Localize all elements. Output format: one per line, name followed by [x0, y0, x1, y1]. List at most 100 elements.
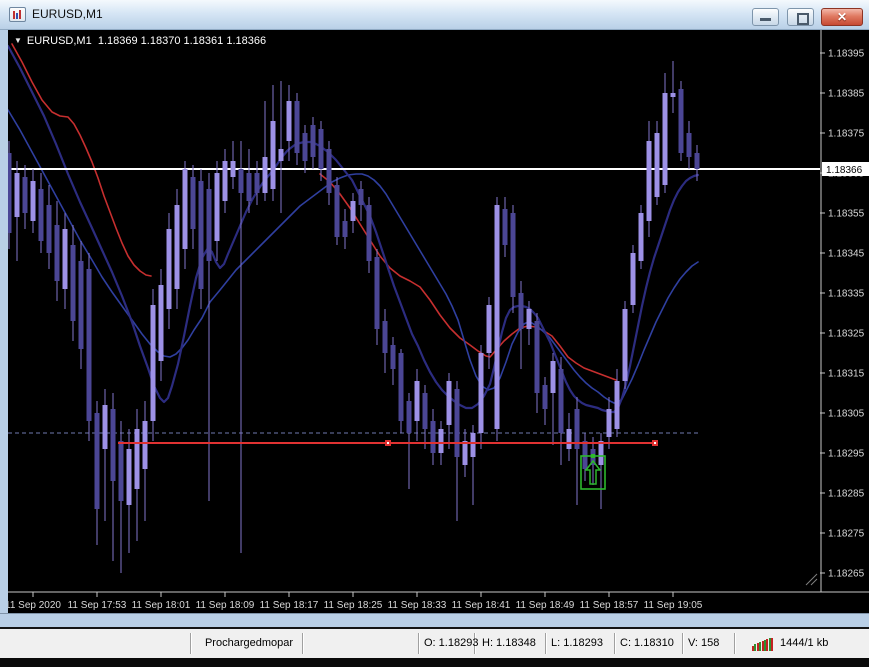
time-label[interactable]: 11 Sep 19:05 [644, 600, 703, 611]
chart-window-icon [9, 7, 26, 22]
candle [582, 441, 588, 469]
chart-area[interactable]: 1.183951.183851.183751.183651.183551.183… [8, 30, 869, 613]
price-label[interactable]: 1.18395 [828, 49, 865, 60]
candle [366, 205, 372, 261]
candle [478, 353, 484, 433]
ohlc-info-line: ▼ EURUSD,M1 1.18369 1.18370 1.18361 1.183… [14, 35, 266, 47]
candle [334, 185, 340, 237]
price-label[interactable]: 1.18355 [828, 209, 865, 220]
close-button[interactable]: ✕ [821, 8, 863, 26]
price-label[interactable]: 1.18315 [828, 369, 865, 380]
candle [206, 189, 212, 261]
candle [550, 361, 556, 393]
time-label[interactable]: 11 Sep 18:49 [516, 600, 575, 611]
status-divider [190, 633, 192, 654]
price-label[interactable]: 1.18385 [828, 89, 865, 100]
candle [606, 409, 612, 437]
price-label[interactable]: 1.18305 [828, 409, 865, 420]
price-label[interactable]: 1.18275 [828, 529, 865, 540]
candle [510, 213, 516, 297]
candle [70, 245, 76, 321]
time-label[interactable]: 11 Sep 18:09 [196, 600, 255, 611]
candle [566, 429, 572, 449]
candle [406, 401, 412, 433]
time-label[interactable]: 11 Sep 18:17 [260, 600, 319, 611]
candle [694, 153, 700, 169]
price-label[interactable]: 1.18375 [828, 129, 865, 140]
time-label[interactable]: 11 Sep 18:57 [580, 600, 639, 611]
status-divider [418, 633, 420, 654]
candle [646, 141, 652, 221]
candle [118, 441, 124, 501]
candle [414, 381, 420, 421]
window-controls: ✕ [749, 8, 863, 26]
title-bar[interactable]: EURUSD,M1 ✕ [0, 0, 869, 30]
candle [310, 125, 316, 157]
symbol-dropdown-icon[interactable]: ▼ [14, 36, 22, 45]
time-label[interactable]: 11 Sep 17:53 [68, 600, 127, 611]
trendline-marker-center [387, 442, 389, 444]
candle [494, 205, 500, 429]
candle [630, 253, 636, 305]
candle [470, 433, 476, 457]
window-title: EURUSD,M1 [32, 7, 103, 21]
candle [214, 173, 220, 241]
status-open: O: 1.18293 [424, 637, 479, 649]
status-low: L: 1.18293 [551, 637, 603, 649]
info-close: 1.18366 [226, 35, 267, 47]
candle [558, 369, 564, 433]
status-bar: Prochargedmopar O: 1.18293 H: 1.18348 L:… [0, 627, 869, 658]
candle [102, 405, 108, 449]
time-label[interactable]: 11 Sep 18:01 [132, 600, 191, 611]
price-label[interactable]: 1.18345 [828, 249, 865, 260]
candle [654, 133, 660, 197]
candle [318, 129, 324, 169]
info-symbol: EURUSD,M1 [26, 35, 92, 47]
candle [166, 229, 172, 309]
minimize-button[interactable] [752, 8, 780, 26]
time-label[interactable]: 11 Sep 2020 [8, 600, 61, 611]
restore-button[interactable] [786, 8, 814, 26]
candle [86, 269, 92, 421]
candle [174, 205, 180, 289]
minimize-icon [760, 18, 772, 21]
candle [430, 421, 436, 453]
info-high: 1.18370 [140, 35, 181, 47]
candle [598, 441, 604, 465]
candle [374, 257, 380, 329]
candle [670, 93, 676, 97]
chart-canvas[interactable]: 1.183951.183851.183751.183651.183551.183… [8, 30, 869, 613]
candle [662, 93, 668, 185]
candle [398, 353, 404, 421]
candle [238, 169, 244, 193]
time-label[interactable]: 11 Sep 18:25 [324, 600, 383, 611]
time-label[interactable]: 11 Sep 18:33 [388, 600, 447, 611]
candle [190, 177, 196, 229]
time-label[interactable]: 11 Sep 18:41 [452, 600, 511, 611]
network-traffic: 1444/1 kb [780, 637, 829, 649]
candle [502, 209, 508, 245]
candle [438, 429, 444, 453]
restore-icon [796, 13, 809, 25]
candle [678, 89, 684, 153]
status-divider [614, 633, 616, 654]
mt4-window: EURUSD,M1 ✕ 1.183951.183851.183751.18365… [0, 0, 869, 667]
price-label[interactable]: 1.18285 [828, 489, 865, 500]
price-label[interactable]: 1.18265 [828, 569, 865, 580]
price-label[interactable]: 1.18335 [828, 289, 865, 300]
candle [382, 321, 388, 353]
status-expert-name: Prochargedmopar [204, 637, 294, 649]
status-volume: V: 158 [688, 637, 720, 649]
candle [126, 449, 132, 505]
candle [94, 413, 100, 509]
status-high: H: 1.18348 [482, 637, 536, 649]
candle [246, 173, 252, 201]
status-divider [734, 633, 736, 654]
price-label[interactable]: 1.18325 [828, 329, 865, 340]
candle [38, 189, 44, 241]
status-close: C: 1.18310 [620, 637, 674, 649]
candle [8, 153, 12, 233]
window-frame-strip [0, 613, 869, 627]
price-label[interactable]: 1.18295 [828, 449, 865, 460]
candle [286, 101, 292, 141]
